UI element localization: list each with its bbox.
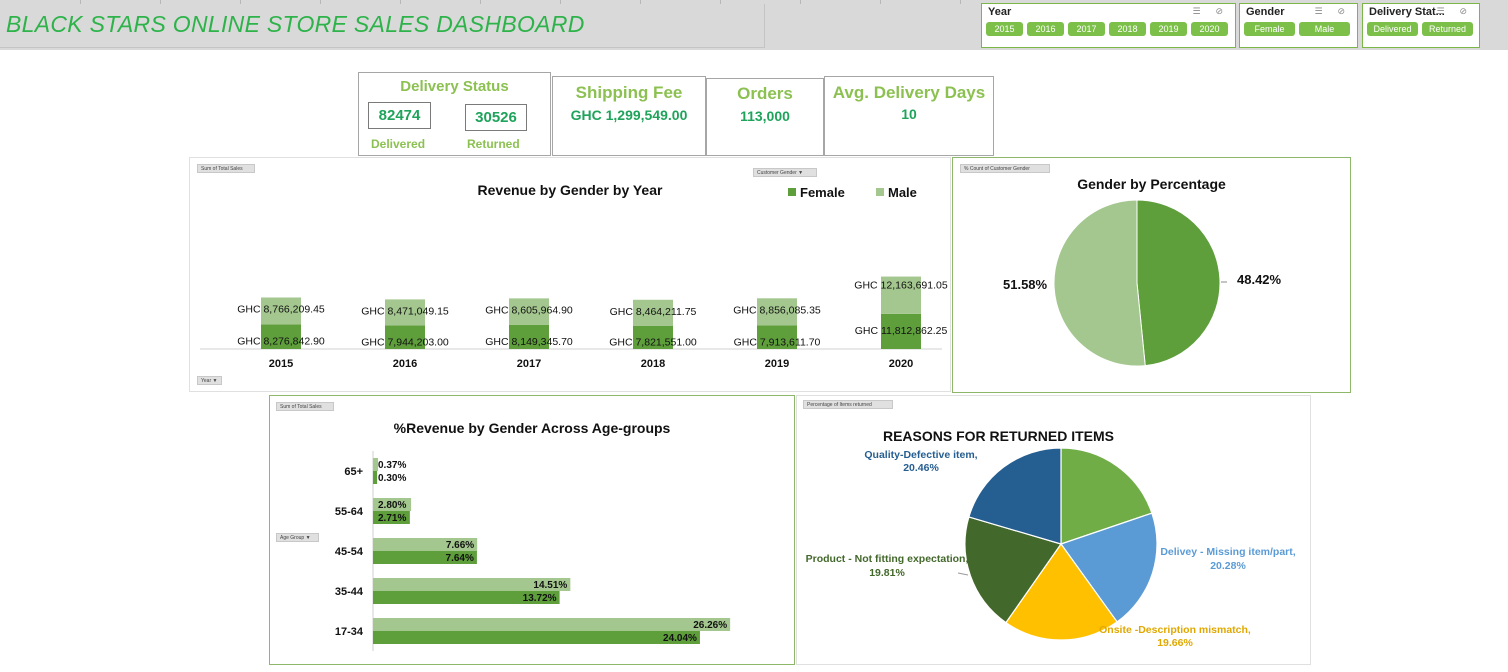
pie-label-quality-value: 20.46% — [903, 462, 939, 474]
delivery-status-card: Delivery Status 82474 30526 Delivered Re… — [358, 72, 551, 156]
bar-female — [373, 631, 700, 644]
pie-slice-female — [1136, 199, 1221, 367]
leader-line — [957, 572, 969, 576]
x-tick-label: 2019 — [765, 358, 789, 370]
data-label-male: GHC 8,605,964.90 — [485, 304, 573, 316]
data-label-male: GHC 8,766,209.45 — [237, 303, 325, 315]
slicer-item-2018[interactable]: 2018 — [1109, 22, 1146, 36]
data-label-female: 2.71% — [378, 513, 406, 524]
pie-label-onsite-name: Onsite -Description mismatch, — [1099, 624, 1251, 636]
legend-label-female: Female — [800, 185, 845, 200]
multi-select-icon[interactable]: ☰ ⊘ — [1315, 7, 1351, 17]
slicer-item-2015[interactable]: 2015 — [986, 22, 1023, 36]
delivery-slicer[interactable]: Delivery Stat... ☰ ⊘ Delivered Returned — [1362, 3, 1480, 48]
x-tick-label: 2017 — [517, 358, 541, 370]
pie-label-product-name: Product - Not fitting expectation, — [806, 553, 969, 565]
slicer-item-2016[interactable]: 2016 — [1027, 22, 1064, 36]
slicer-item-2017[interactable]: 2017 — [1068, 22, 1105, 36]
y-tick-label: 17-34 — [335, 626, 364, 638]
slicer-item-male[interactable]: Male — [1299, 22, 1350, 36]
dashboard-title: BLACK STARS ONLINE STORE SALES DASHBOARD — [6, 11, 585, 37]
year-slicer[interactable]: Year ☰ ⊘ 2015 2016 2017 2018 2019 2020 — [981, 3, 1236, 48]
x-tick-label: 2015 — [269, 358, 293, 370]
shipping-fee-value: GHC 1,299,549.00 — [570, 107, 688, 123]
gender-pie-svg: 48.42% 51.58% — [1003, 199, 1282, 367]
pie-label-missing-value: 20.28% — [1210, 560, 1246, 572]
returns-pie-svg: Quality-Defective item,20.46% Delivey - M… — [806, 447, 1296, 649]
data-label-female: 0.30% — [378, 473, 406, 484]
shipping-fee-card: Shipping Fee GHC 1,299,549.00 — [552, 76, 706, 156]
data-label-female: GHC 7,913,611.70 — [734, 336, 821, 348]
x-tick-label: 2018 — [641, 358, 665, 370]
slicer-item-2020[interactable]: 2020 — [1191, 22, 1228, 36]
orders-value: 113,000 — [740, 108, 790, 124]
slicer-item-returned[interactable]: Returned — [1422, 22, 1473, 36]
legend-label-male: Male — [888, 185, 917, 200]
data-label-male: 26.26% — [693, 620, 727, 631]
data-label-male: GHC 8,471,049.15 — [361, 305, 449, 317]
slicer-item-female[interactable]: Female — [1244, 22, 1295, 36]
y-tick-label: 65+ — [344, 466, 363, 478]
x-tick-label: 2016 — [393, 358, 417, 370]
gender-slicer-header: Gender — [1246, 6, 1285, 18]
y-tick-label: 55-64 — [335, 506, 364, 518]
avg-delivery-days-value: 10 — [901, 106, 917, 122]
data-label-male: GHC 12,163,691.05 — [854, 280, 948, 292]
year-slicer-header: Year — [988, 6, 1012, 18]
data-label-female: GHC 7,821,551.00 — [609, 337, 697, 349]
data-label-male: 7.66% — [446, 540, 474, 551]
y-tick-label: 45-54 — [335, 546, 364, 558]
data-label-male: 0.37% — [378, 460, 406, 471]
pie-slice-male — [1053, 199, 1146, 367]
pie-label-missing-name: Delivey - Missing item/part, — [1160, 546, 1295, 558]
revenue-by-gender-year-chart[interactable]: Sum of Total Sales Customer Gender ▼ Yea… — [189, 157, 951, 392]
data-label-female: GHC 8,149,345.70 — [485, 336, 573, 348]
card-title: Avg. Delivery Days — [832, 83, 986, 102]
delivered-label: Delivered — [371, 137, 426, 151]
returned-label: Returned — [467, 137, 520, 151]
orders-card: Orders 113,000 — [706, 78, 824, 156]
data-label-female: GHC 8,276,842.90 — [237, 335, 325, 347]
pie-label-quality-name: Quality-Defective item, — [864, 449, 977, 461]
bar-male — [373, 618, 731, 631]
x-tick-label: 2020 — [889, 358, 913, 370]
data-label-female: GHC 11,812,862.25 — [855, 325, 948, 337]
clear-filter-icon[interactable]: ☰ ⊘ — [1437, 7, 1473, 17]
card-title: Shipping Fee — [575, 83, 683, 102]
legend-swatch-female — [788, 188, 796, 196]
slicer-item-2019[interactable]: 2019 — [1150, 22, 1187, 36]
delivered-count: 82474 — [368, 102, 431, 129]
revenue-chart-svg: Female Male GHC 8,276,842.90 GHC 8,766,209.… — [200, 185, 948, 370]
pie-label-onsite-value: 19.66% — [1157, 637, 1193, 649]
delivery-slicer-header: Delivery Stat... — [1369, 6, 1445, 18]
bar-female — [373, 471, 378, 484]
pie-label-female: 48.42% — [1237, 272, 1282, 287]
multi-select-icon[interactable]: ☰ ⊘ — [1193, 7, 1229, 17]
slicer-item-delivered[interactable]: Delivered — [1367, 22, 1418, 36]
avg-delivery-days-card: Avg. Delivery Days 10 — [824, 76, 994, 156]
data-label-female: GHC 7,944,203.00 — [361, 336, 449, 348]
returned-count: 30526 — [465, 104, 527, 131]
gender-slicer[interactable]: Gender ☰ ⊘ Female Male — [1239, 3, 1358, 48]
data-label-female: 13.72% — [523, 593, 557, 604]
data-label-male: GHC 8,856,085.35 — [733, 304, 821, 316]
column-gridline — [880, 0, 881, 4]
pie-label-product-value: 19.81% — [869, 567, 905, 579]
column-gridline — [800, 0, 801, 4]
legend-swatch-male — [876, 188, 884, 196]
data-label-female: 7.64% — [446, 553, 474, 564]
card-title: Orders — [737, 84, 793, 103]
column-gridline — [960, 0, 961, 4]
gender-percentage-chart[interactable]: % Count of Customer Gender Gender by Per… — [952, 157, 1351, 393]
data-label-female: 24.04% — [663, 633, 697, 644]
title-box: BLACK STARS ONLINE STORE SALES DASHBOARD — [0, 4, 765, 48]
data-label-male: GHC 8,464,211.75 — [610, 306, 697, 318]
y-tick-label: 35-44 — [335, 586, 364, 598]
data-label-male: 2.80% — [378, 500, 406, 511]
pie-label-male: 51.58% — [1003, 277, 1048, 292]
data-label-male: 14.51% — [533, 580, 567, 591]
card-title: Delivery Status — [400, 78, 509, 95]
returned-reasons-chart[interactable]: Percentage of Items returned REASONS FOR… — [796, 395, 1311, 665]
